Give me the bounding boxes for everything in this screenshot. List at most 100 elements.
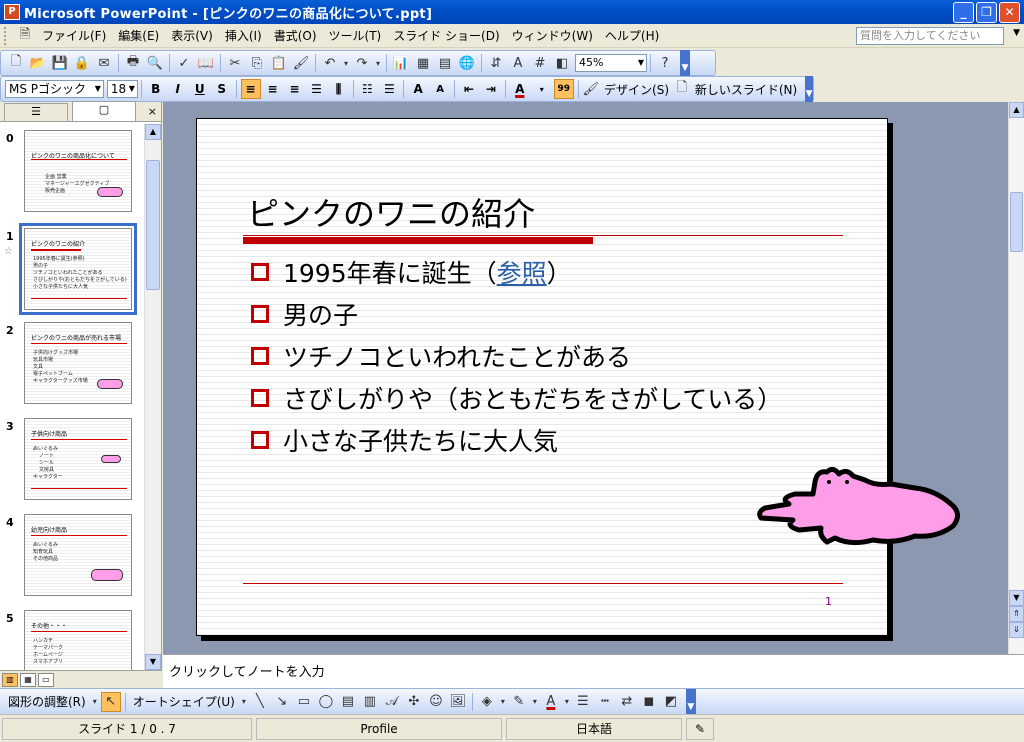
oval-icon[interactable]: ◯ xyxy=(316,692,336,712)
menu-tools[interactable]: ツール(T) xyxy=(323,25,388,47)
slide-thumbnail-selected[interactable]: ピンクのワニの紹介 1995年春に誕生(参照) 男の子 ツチノコといわれたことが… xyxy=(19,223,137,315)
scrollbar-thumb[interactable] xyxy=(1010,192,1023,252)
new-slide-button[interactable]: 新しいスライド(N) xyxy=(691,79,801,99)
dash-style-icon[interactable]: ┅ xyxy=(595,692,615,712)
table-icon[interactable]: ▦ xyxy=(413,53,433,73)
fill-color-icon[interactable]: ◈ xyxy=(477,692,497,712)
thumbnail-row[interactable]: 4 幼児向け商品 ぬいぐるみ 知育玩具 その他商品 xyxy=(0,514,144,604)
tab-outline[interactable]: ☰ xyxy=(4,103,68,121)
paste-icon[interactable]: 📋 xyxy=(269,53,289,73)
line-style-icon[interactable]: ☰ xyxy=(573,692,593,712)
undo-dropdown-icon[interactable]: ▾ xyxy=(342,53,350,73)
scroll-up-icon[interactable]: ▲ xyxy=(145,124,161,140)
adjust-shapes-button[interactable]: 図形の調整(R) xyxy=(4,692,90,712)
menu-window[interactable]: ウィンドウ(W) xyxy=(506,25,599,47)
picture-icon[interactable]: 🖼 xyxy=(448,692,468,712)
thumbnail-row[interactable]: 0 ピンクのワニの商品化について 企画 営業 マネージャーエグゼクティブ 販売企… xyxy=(0,130,144,220)
fill-dropdown-icon[interactable]: ▾ xyxy=(499,692,507,712)
toolbar-options-icon[interactable]: ▼ xyxy=(680,50,690,76)
hyperlink-icon[interactable]: 🌐 xyxy=(457,53,477,73)
tables-borders-icon[interactable]: ▤ xyxy=(435,53,455,73)
scroll-down-icon[interactable]: ▼ xyxy=(1009,590,1024,606)
minimize-button[interactable]: _ xyxy=(953,2,974,23)
font-name-select[interactable]: MS Pゴシック ▼ xyxy=(5,80,104,98)
save-icon[interactable]: 💾 xyxy=(50,53,70,73)
grid-icon[interactable]: # xyxy=(530,53,550,73)
slide-title[interactable]: ピンクのワニの紹介 xyxy=(247,189,535,235)
increase-font-icon[interactable]: A xyxy=(408,79,428,99)
email-icon[interactable]: ✉ xyxy=(94,53,114,73)
italic-button[interactable]: I xyxy=(168,79,188,99)
spelling-icon[interactable]: ✓ xyxy=(174,53,194,73)
design-button[interactable]: デザイン(S) xyxy=(600,79,673,99)
redo-dropdown-icon[interactable]: ▾ xyxy=(374,53,382,73)
font-color-icon[interactable]: A xyxy=(510,79,530,99)
bullets-icon[interactable]: ☰ xyxy=(379,79,399,99)
menu-slideshow[interactable]: スライド ショー(D) xyxy=(387,25,505,47)
slideshow-view-icon[interactable]: ▭ xyxy=(38,672,54,687)
scroll-down-icon[interactable]: ▼ xyxy=(145,654,161,670)
line-icon[interactable]: ╲ xyxy=(250,692,270,712)
previous-slide-icon[interactable]: ⇑ xyxy=(1009,606,1024,622)
help-icon[interactable]: ? xyxy=(655,53,675,73)
research-icon[interactable]: 📖 xyxy=(196,53,216,73)
document-icon[interactable]: 🗎 xyxy=(15,26,35,46)
pane-close-icon[interactable]: × xyxy=(148,105,157,118)
textbox-icon[interactable]: ▤ xyxy=(338,692,358,712)
font-size-select[interactable]: 18 ▼ xyxy=(106,80,138,98)
3d-style-icon[interactable]: ◩ xyxy=(661,692,681,712)
slide-thumbnail[interactable]: 幼児向け商品 ぬいぐるみ 知育玩具 その他商品 xyxy=(24,514,132,596)
spelling-status-icon[interactable]: ✎ xyxy=(686,717,714,740)
arrow-style-icon[interactable]: ⇄ xyxy=(617,692,637,712)
next-slide-icon[interactable]: ⇓ xyxy=(1009,622,1024,638)
undo-icon[interactable]: ↶ xyxy=(320,53,340,73)
scroll-up-icon[interactable]: ▲ xyxy=(1009,102,1024,118)
menu-file[interactable]: ファイル(F) xyxy=(36,25,112,47)
align-center-icon[interactable]: ≡ xyxy=(263,79,283,99)
autoshape-button[interactable]: オートシェイプ(U) xyxy=(129,692,239,712)
pink-crocodile-image[interactable] xyxy=(755,464,967,554)
slide-thumbnail[interactable]: 子供向け商品 ぬいぐるみ ノート シール 文房具 キャラクター xyxy=(24,418,132,500)
font-name-dropdown-icon[interactable]: ▼ xyxy=(95,81,101,97)
thumbnail-scrollbar[interactable]: ▲ ▼ xyxy=(144,124,161,670)
print-icon[interactable]: 🖶 xyxy=(123,53,143,73)
permission-icon[interactable]: 🔒 xyxy=(72,53,92,73)
align-right-icon[interactable]: ≡ xyxy=(285,79,305,99)
cut-icon[interactable]: ✂ xyxy=(225,53,245,73)
thumbnail-row[interactable]: 2 ピンクのワニの商品が売れる市場 子供向けグッズ市場 玩具市場 文具 電子ペッ… xyxy=(0,322,144,412)
thumbnail-row[interactable]: 5 その他・・・ ハンカチ テーマパーク ホームページ スマホアプリ xyxy=(0,610,144,670)
menu-format[interactable]: 書式(O) xyxy=(268,25,323,47)
menu-edit[interactable]: 編集(E) xyxy=(112,25,165,47)
font-color-dropdown-icon[interactable]: ▾ xyxy=(532,79,552,99)
vertical-textbox-icon[interactable]: ▥ xyxy=(360,692,380,712)
close-button[interactable]: ✕ xyxy=(999,2,1020,23)
text-color-dropdown-icon[interactable]: ▾ xyxy=(563,692,571,712)
notes-pane[interactable]: クリックしてノートを入力 xyxy=(163,654,1024,688)
underline-button[interactable]: U xyxy=(190,79,210,99)
wordart-icon[interactable]: 𝒜 xyxy=(382,692,402,712)
show-formatting-icon[interactable]: A xyxy=(508,53,528,73)
thumbnail-row[interactable]: 1 ☆ ピンクのワニの紹介 1995年春に誕生(参照) 男の子 ツチノコといわれ… xyxy=(0,223,144,318)
align-left-icon[interactable]: ≡ xyxy=(240,79,261,99)
menu-insert[interactable]: 挿入(I) xyxy=(219,25,268,47)
help-dropdown-icon[interactable]: ▼ xyxy=(1013,28,1020,38)
shadow-button[interactable]: S xyxy=(212,79,232,99)
font-size-dropdown-icon[interactable]: ▼ xyxy=(129,81,135,97)
help-search-input[interactable]: 質問を入力してください xyxy=(856,27,1004,45)
scrollbar-thumb[interactable] xyxy=(146,160,160,290)
zoom-dropdown-icon[interactable]: ▼ xyxy=(638,55,644,71)
color-grayscale-icon[interactable]: ◧ xyxy=(552,53,572,73)
outline-color-icon[interactable]: 99 xyxy=(553,79,574,99)
decrease-font-icon[interactable]: A xyxy=(430,79,450,99)
line-color-icon[interactable]: ✎ xyxy=(509,692,529,712)
increase-indent-icon[interactable]: ⇥ xyxy=(481,79,501,99)
thumbnail-row[interactable]: 3 子供向け商品 ぬいぐるみ ノート シール 文房具 キャラクター xyxy=(0,418,144,508)
open-icon[interactable]: 📂 xyxy=(28,53,48,73)
diagram-icon[interactable]: ✣ xyxy=(404,692,424,712)
text-color-icon[interactable]: A xyxy=(541,692,561,712)
normal-view-icon[interactable]: ▥ xyxy=(2,672,18,687)
decrease-indent-icon[interactable]: ⇤ xyxy=(459,79,479,99)
print-preview-icon[interactable]: 🔍 xyxy=(145,53,165,73)
arrow-icon[interactable]: ↘ xyxy=(272,692,292,712)
design-icon[interactable]: 🖌 xyxy=(583,79,600,99)
